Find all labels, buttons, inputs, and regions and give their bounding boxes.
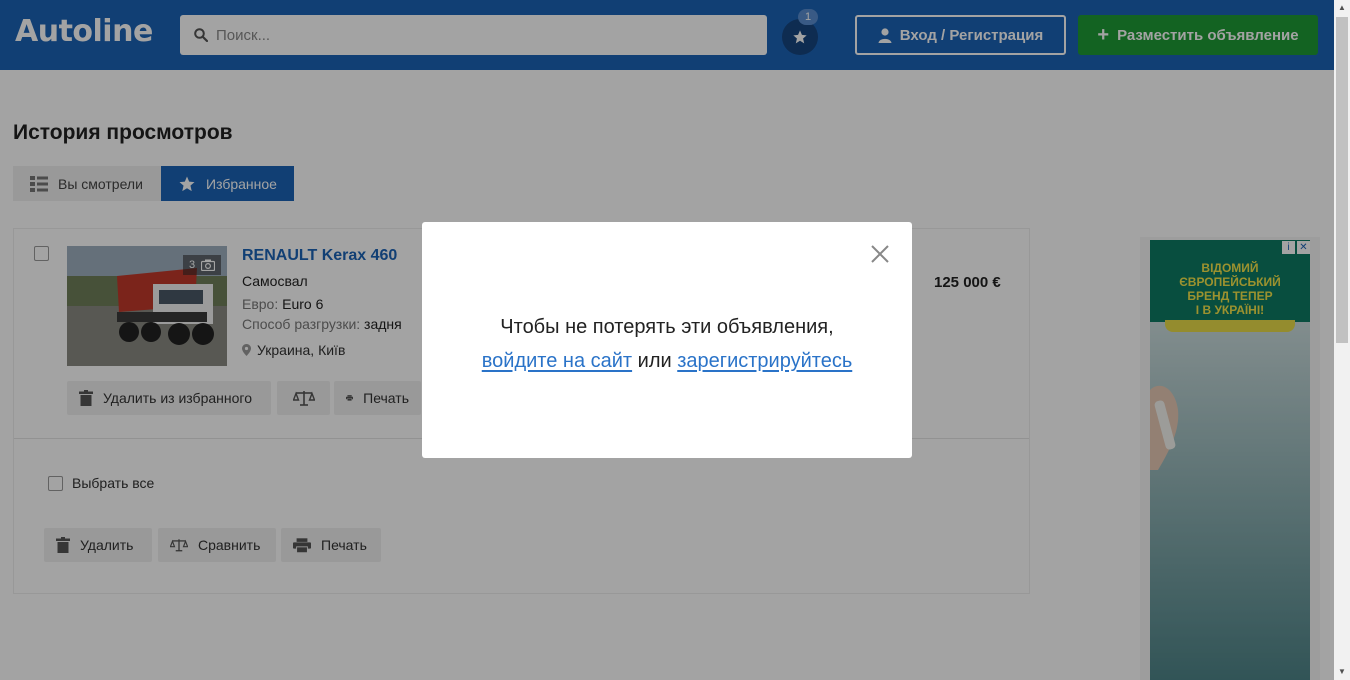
modal-line-2: войдите на сайт или зарегистрируйтесь: [422, 344, 912, 378]
login-link[interactable]: войдите на сайт: [482, 350, 632, 372]
or-text: или: [637, 350, 672, 372]
register-link[interactable]: зарегистрируйтесь: [677, 350, 852, 372]
modal-message: Чтобы не потерять эти объявления, войдит…: [422, 310, 912, 378]
close-icon[interactable]: [869, 243, 891, 265]
login-prompt-modal: Чтобы не потерять эти объявления, войдит…: [422, 222, 912, 458]
scrollbar-thumb[interactable]: [1336, 17, 1348, 343]
modal-line-1: Чтобы не потерять эти объявления,: [500, 316, 834, 338]
page-scrollbar[interactable]: ▲ ▼: [1334, 0, 1350, 680]
scroll-down-arrow-icon[interactable]: ▼: [1334, 664, 1350, 680]
scroll-up-arrow-icon[interactable]: ▲: [1334, 0, 1350, 16]
